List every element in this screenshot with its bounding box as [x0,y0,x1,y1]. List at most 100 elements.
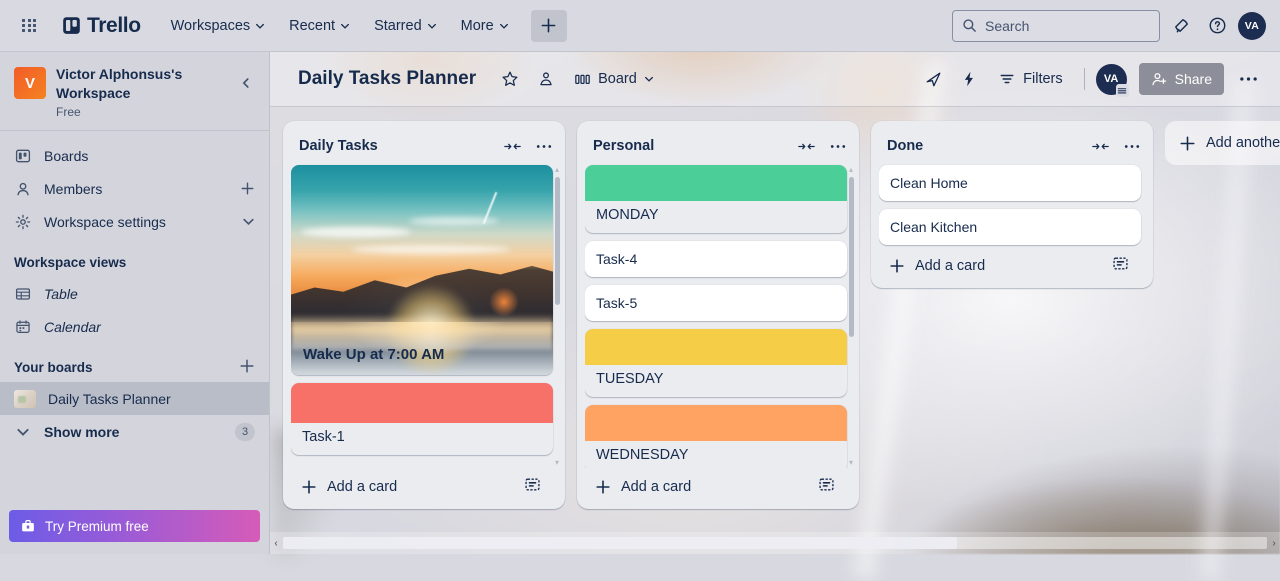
card-title: Task-1 [291,423,553,455]
card-template-icon[interactable] [524,476,541,497]
create-button[interactable] [531,10,567,42]
workspace-avatar: V [14,67,46,99]
card-color-swatch [291,383,553,423]
share-button[interactable]: Share [1139,63,1224,95]
help-circle-icon[interactable] [1202,11,1232,41]
card-template-icon[interactable] [1112,255,1129,276]
filters-button[interactable]: Filters [989,65,1072,93]
add-card-label: Add a card [915,258,1102,274]
try-premium-free-button[interactable]: Try Premium free [9,510,260,542]
your-boards-header-label: Your boards [14,360,93,375]
nav-workspaces[interactable]: Workspaces [161,11,276,41]
star-icon[interactable] [494,63,526,95]
card-clean-kitchen[interactable]: Clean Kitchen [879,209,1141,245]
scroll-down-arrow[interactable]: ▾ [847,458,855,466]
nav-starred[interactable]: Starred [364,11,447,41]
nav-recent[interactable]: Recent [279,11,360,41]
board-member-initials: VA [1104,73,1118,85]
sidebar-board-daily-tasks-planner[interactable]: Daily Tasks Planner [0,382,269,415]
board-title[interactable]: Daily Tasks Planner [292,65,482,93]
card-title: Task-5 [596,295,637,311]
collapse-horizontal-icon[interactable] [1087,133,1113,159]
sidebar-collapse-button[interactable] [233,70,259,96]
card-list[interactable]: MONDAY Task-4 Task-5 TUESDAY WEDNESDAY [585,163,855,468]
card-clean-home[interactable]: Clean Home [879,165,1141,201]
list-scrollbar[interactable]: ▴ ▾ [848,165,855,466]
gear-icon [14,214,32,230]
board-menu-ellipsis-icon[interactable] [1232,63,1264,95]
list-menu-ellipsis-icon[interactable] [531,133,557,159]
list-title[interactable]: Daily Tasks [299,138,493,154]
card-task-5[interactable]: Task-5 [585,285,847,321]
card-list[interactable]: Wake Up at 7:00 AM Task-1 ▴ ▾ [291,163,561,468]
sidebar-item-members[interactable]: Members [0,172,269,205]
trello-logo[interactable]: Trello [56,11,147,41]
list-menu-ellipsis-icon[interactable] [825,133,851,159]
workspace-visible-icon[interactable] [530,63,562,95]
nav-recent-label: Recent [289,18,335,34]
list-menu-ellipsis-icon[interactable] [1119,133,1145,159]
scroll-track[interactable] [283,537,1267,549]
collapse-horizontal-icon[interactable] [499,133,525,159]
list-personal: Personal MONDAY Task-4 [577,121,859,509]
add-card-button[interactable]: Add a card [585,468,847,501]
workspace-views-header: Workspace views [0,247,269,277]
top-navigation-bar: Trello Workspaces Recent Starred More Se… [0,0,1280,52]
notification-bell-icon[interactable] [1166,11,1196,41]
scroll-down-arrow[interactable]: ▾ [553,458,561,466]
card-tuesday[interactable]: TUESDAY [585,329,847,397]
scroll-up-arrow[interactable]: ▴ [847,165,855,173]
filter-icon [999,72,1015,86]
apps-grid-icon[interactable] [14,11,44,41]
sidebar-item-workspace-settings[interactable]: Workspace settings [0,205,269,238]
rocket-icon[interactable] [917,63,949,95]
scroll-up-arrow[interactable]: ▴ [553,165,561,173]
add-card-button[interactable]: Add a card [291,468,553,501]
board-member-avatar[interactable]: VA [1096,64,1127,95]
sidebar-view-table[interactable]: Table [0,277,269,310]
add-card-button[interactable]: Add a card [879,247,1141,280]
scroll-thumb[interactable] [283,537,957,549]
list-title[interactable]: Personal [593,138,787,154]
nav-workspaces-label: Workspaces [171,18,251,34]
card-template-icon[interactable] [818,476,835,497]
sidebar-view-calendar[interactable]: Calendar [0,310,269,343]
add-member-button[interactable] [240,181,255,196]
card-task-4[interactable]: Task-4 [585,241,847,277]
workspace-plan: Free [56,105,223,119]
cloud [301,227,411,237]
list-scroll-thumb[interactable] [555,177,560,305]
card-cover-wake-up[interactable]: Wake Up at 7:00 AM [291,165,553,375]
board-view-switcher[interactable]: Board [566,65,662,93]
sidebar-item-boards[interactable]: Boards [0,139,269,172]
card-color-swatch [585,329,847,365]
card-list[interactable]: Clean Home Clean Kitchen [879,163,1149,247]
chevron-down-icon[interactable] [242,215,255,228]
nav-more[interactable]: More [451,11,519,41]
scroll-left-arrow[interactable]: ‹ [270,538,282,549]
sidebar-board-label: Daily Tasks Planner [48,391,255,407]
calendar-icon [14,319,32,335]
lightning-bolt-icon[interactable] [953,63,985,95]
board-horizontal-scrollbar[interactable]: ‹ › [270,532,1280,554]
add-another-list-button[interactable]: Add another [1165,121,1280,165]
workspace-name[interactable]: Victor Alphonsus's Workspace [56,65,223,103]
sidebar-item-members-label: Members [44,181,228,197]
scroll-right-arrow[interactable]: › [1268,538,1280,549]
card-monday[interactable]: MONDAY [585,165,847,233]
list-title[interactable]: Done [887,138,1081,154]
card-task-1[interactable]: Task-1 [291,383,553,455]
create-board-button[interactable] [239,358,255,377]
search-input[interactable]: Search [952,10,1160,42]
board-view-icon [574,72,591,87]
list-header: Daily Tasks [291,129,561,163]
card-title: TUESDAY [585,365,847,397]
card-wednesday[interactable]: WEDNESDAY [585,405,847,468]
board-view-label: Board [598,71,637,87]
user-avatar[interactable]: VA [1238,12,1266,40]
sidebar-show-more[interactable]: Show more 3 [0,415,269,448]
list-scrollbar[interactable]: ▴ ▾ [554,165,561,466]
collapse-horizontal-icon[interactable] [793,133,819,159]
list-scroll-thumb[interactable] [849,177,854,337]
chevron-down-icon [427,21,437,31]
